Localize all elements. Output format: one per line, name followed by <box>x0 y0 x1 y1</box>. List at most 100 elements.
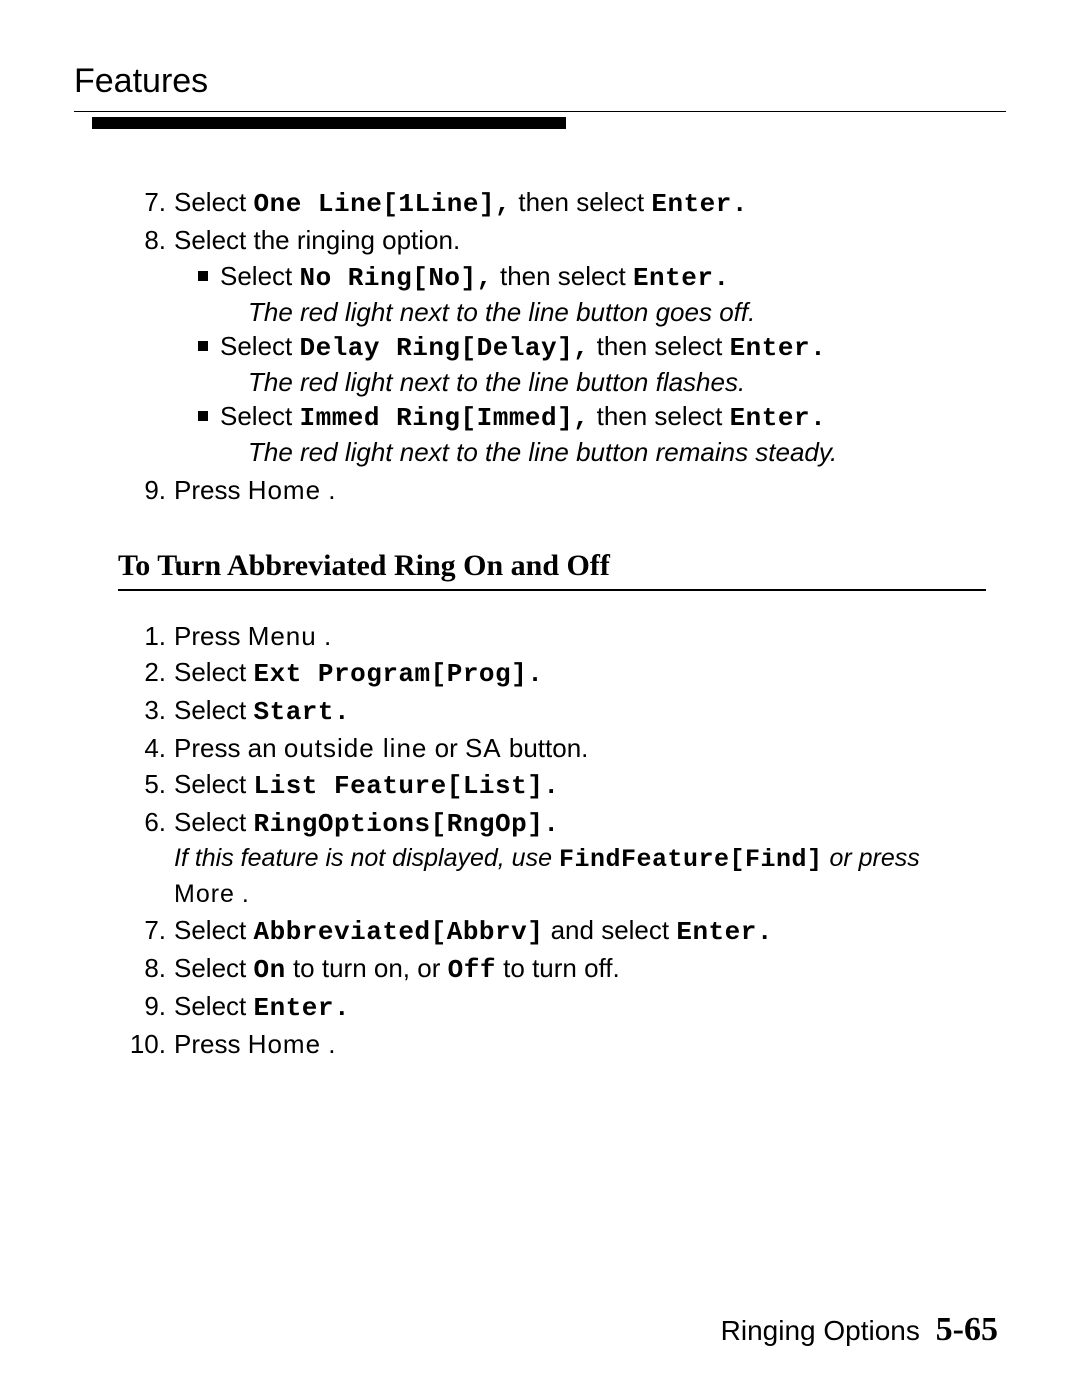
code: RingOptions[RngOp]. <box>254 809 560 839</box>
step-number: 1. <box>118 619 174 653</box>
step-body: Select Abbreviated[Abbrv] and select Ent… <box>174 913 986 949</box>
code: Enter. <box>254 993 351 1023</box>
page: Features 7. Select One Line[1Line], then… <box>0 0 1080 1395</box>
text: Press <box>174 621 248 651</box>
stepb-2: 2. Select Ext Program[Prog]. <box>118 655 986 693</box>
code: Ext Program[Prog]. <box>254 659 544 689</box>
code: Delay Ring[Delay], <box>300 333 590 363</box>
step-number: 9. <box>118 473 174 507</box>
text: then select <box>518 187 651 217</box>
step-number: 4. <box>118 731 174 765</box>
text: Select <box>220 401 300 431</box>
stepb-3: 3. Select Start. <box>118 693 986 731</box>
code: Enter. <box>730 333 827 363</box>
text: then select <box>597 401 730 431</box>
code: Off <box>448 955 496 985</box>
text: then select <box>597 331 730 361</box>
stepb-10: 10. Press Home . <box>118 1027 986 1063</box>
result-text: The red light next to the line button re… <box>248 435 986 469</box>
stepb-4: 4. Press an outside line or SA button. <box>118 731 986 767</box>
step-number: 2. <box>118 655 174 689</box>
content: 7. Select One Line[1Line], then select E… <box>118 185 986 1063</box>
key-label: Home <box>248 1029 321 1059</box>
text: Select <box>174 695 254 725</box>
text: . <box>324 621 331 651</box>
text: Select <box>220 331 300 361</box>
text: button. <box>509 733 589 763</box>
step-7: 7. Select One Line[1Line], then select E… <box>118 185 986 223</box>
text: Select <box>174 769 254 799</box>
code: FindFeature[Find] <box>559 845 823 874</box>
code: Enter. <box>633 263 730 293</box>
step-body: Select On to turn on, or Off to turn off… <box>174 951 986 987</box>
code: Enter. <box>676 917 773 947</box>
step-8: 8. Select the ringing option. Select No … <box>118 223 986 473</box>
text: to turn off. <box>503 953 620 983</box>
step-number: 5. <box>118 767 174 801</box>
code: Start. <box>254 697 351 727</box>
text: Select <box>174 915 254 945</box>
step-number: 6. <box>118 805 174 839</box>
text: Press an <box>174 733 284 763</box>
section-rule <box>118 589 986 591</box>
code: Abbreviated[Abbrv] <box>254 917 544 947</box>
text: Select <box>174 807 254 837</box>
step-body: Select Ext Program[Prog]. <box>174 655 986 691</box>
step-body: Select the ringing option. Select No Rin… <box>174 223 986 471</box>
code: Immed Ring[Immed], <box>300 403 590 433</box>
header-thin-line <box>74 111 1006 112</box>
code: One Line[1Line], <box>254 189 512 219</box>
text: If this feature is not displayed, use <box>174 844 559 872</box>
key-label: More <box>174 880 235 908</box>
stepb-5: 5. Select List Feature[List]. <box>118 767 986 805</box>
step-body: Select One Line[1Line], then select Ente… <box>174 185 986 221</box>
step-body: Select Enter. <box>174 989 986 1025</box>
code: Enter. <box>730 403 827 433</box>
code: Enter. <box>651 189 748 219</box>
step-body: Press Menu . <box>174 619 986 653</box>
text: or press <box>829 844 919 872</box>
key-label: Home <box>248 475 321 505</box>
text: Select <box>174 953 254 983</box>
text: Press <box>174 1029 248 1059</box>
text: to turn on, or <box>293 953 448 983</box>
stepb-9: 9. Select Enter. <box>118 989 986 1027</box>
step-number: 8. <box>118 223 174 257</box>
text: Select <box>174 657 254 687</box>
sub-note: If this feature is not displayed, use Fi… <box>174 841 986 911</box>
key-label: SA <box>465 733 502 763</box>
key-label: Menu <box>248 621 317 651</box>
step-number: 9. <box>118 989 174 1023</box>
bullet-delay-ring: Select Delay Ring[Delay], then select En… <box>196 329 986 399</box>
text: . <box>328 475 335 505</box>
stepb-1: 1. Press Menu . <box>118 619 986 655</box>
footer-label: Ringing Options <box>721 1315 920 1346</box>
step-number: 7. <box>118 913 174 947</box>
stepb-7: 7. Select Abbreviated[Abbrv] and select … <box>118 913 986 951</box>
step-number: 7. <box>118 185 174 219</box>
page-footer: Ringing Options 5-65 <box>721 1311 998 1349</box>
header-rule <box>74 107 1006 127</box>
stepb-8: 8. Select On to turn on, or Off to turn … <box>118 951 986 989</box>
text: Select <box>174 991 254 1021</box>
page-header-title: Features <box>74 62 1006 101</box>
result-text: The red light next to the line button go… <box>248 295 986 329</box>
step-number: 3. <box>118 693 174 727</box>
step-body: Press Home . <box>174 1027 986 1061</box>
text: and select <box>551 915 677 945</box>
step-body: Select List Feature[List]. <box>174 767 986 803</box>
step-body: Select RingOptions[RngOp]. If this featu… <box>174 805 986 911</box>
text: . <box>328 1029 335 1059</box>
code: On <box>254 955 286 985</box>
stepb-6: 6. Select RingOptions[RngOp]. If this fe… <box>118 805 986 913</box>
step-8-bullets: Select No Ring[No], then select Enter. T… <box>196 259 986 469</box>
code: List Feature[List]. <box>254 771 560 801</box>
header-thick-bar <box>92 117 566 129</box>
code: No Ring[No], <box>300 263 493 293</box>
step-body: Press an outside line or SA button. <box>174 731 986 765</box>
step-body: Select Start. <box>174 693 986 729</box>
procedure-list-b: 1. Press Menu . 2. Select Ext Program[Pr… <box>118 619 986 1063</box>
step-9: 9. Press Home . <box>118 473 986 509</box>
step-body: Press Home . <box>174 473 986 507</box>
procedure-list-a: 7. Select One Line[1Line], then select E… <box>118 185 986 509</box>
